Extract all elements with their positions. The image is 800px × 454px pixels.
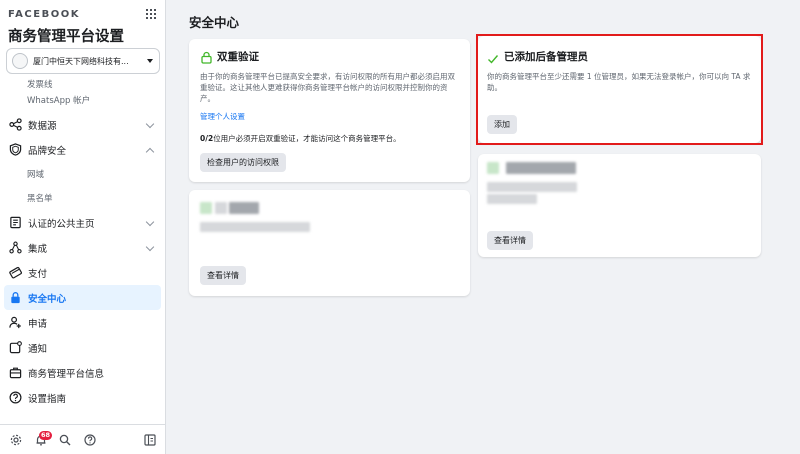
question-icon[interactable] [84, 434, 96, 446]
account-name: 厦门中恒天下网络科技有... [33, 56, 129, 66]
lock-outline-icon [200, 49, 213, 64]
data-sources-icon [8, 118, 22, 132]
integrations-icon [8, 241, 22, 255]
sidebar-item-integrations[interactable]: 集成 [0, 235, 165, 260]
two-factor-status: 0/2位用户必须开启双重验证，才能访问这个商务管理平台。 [200, 134, 401, 143]
sidebar-footer: 68 [0, 424, 165, 454]
view-details-button[interactable]: 查看详情 [200, 266, 246, 285]
sidebar-item-setup-guide[interactable]: 设置指南 [0, 385, 165, 410]
chevron-down-icon [145, 242, 155, 252]
chevron-down-icon [145, 119, 155, 129]
backup-admin-card: 已添加后备管理员 你的商务管理平台至少还需要 1 位管理员，如果无法登录帐户，你… [478, 36, 761, 143]
panel-toggle-icon[interactable] [144, 434, 156, 446]
blurred-text [487, 194, 537, 204]
sidebar-item-label: 品牌安全 [28, 145, 67, 157]
business-manager-title: 商务管理平台设置 [8, 29, 124, 45]
sidebar-item-label: 商务管理平台信息 [28, 368, 105, 380]
sidebar-nav: 发票线 WhatsApp 帐户 数据源 品牌安全 网域 黑名单 认证的公共主页 [0, 76, 165, 410]
two-factor-title: 双重验证 [217, 51, 259, 63]
sidebar-item-domains[interactable]: 网域 [0, 162, 165, 186]
two-factor-card: 双重验证 由于你的商务管理平台已提高安全要求，有访问权限的所有用户都必须启用双重… [189, 39, 470, 182]
sidebar-item-label: 通知 [28, 343, 48, 355]
blurred-text [200, 222, 310, 232]
account-selector[interactable]: 厦门中恒天下网络科技有... [6, 48, 160, 74]
business-info-icon [8, 366, 22, 380]
blurred-title [215, 202, 227, 214]
page-title: 安全中心 [189, 15, 240, 30]
add-admin-button[interactable]: 添加 [487, 115, 517, 134]
manage-personal-settings-link[interactable]: 管理个人设置 [200, 111, 245, 122]
sidebar-item-label: 认证的公共主页 [28, 218, 95, 230]
check-user-access-button[interactable]: 检查用户的访问权限 [200, 153, 286, 172]
chevron-up-icon [145, 147, 155, 157]
view-details-button[interactable]: 查看详情 [487, 231, 533, 250]
blurred-icon [487, 162, 499, 174]
blurred-security-card-left: 查看详情 [189, 190, 470, 296]
blurred-title [506, 162, 576, 174]
blurred-security-card-right: 查看详情 [478, 154, 761, 257]
blurred-title [229, 202, 259, 214]
sidebar: FACEBOOK 商务管理平台设置 厦门中恒天下网络科技有... 发票线 Wha… [0, 0, 166, 454]
checkmark-icon [487, 50, 499, 64]
sidebar-item-label: 支付 [28, 268, 48, 280]
backup-admin-title: 已添加后备管理员 [504, 51, 588, 63]
backup-admin-description: 你的商务管理平台至少还需要 1 位管理员，如果无法登录帐户，你可以向 TA 求助… [487, 72, 751, 92]
pages-icon [8, 216, 22, 230]
sidebar-item-payment[interactable]: 支付 [0, 260, 165, 285]
apps-grid-icon[interactable] [146, 9, 156, 19]
notification-badge: 68 [39, 431, 53, 440]
sidebar-item-data-sources[interactable]: 数据源 [0, 112, 165, 137]
sidebar-item-label: 安全中心 [28, 293, 67, 305]
notifications-icon [8, 341, 22, 355]
settings-gear-icon[interactable] [10, 434, 22, 446]
shield-icon [8, 143, 22, 157]
chevron-down-icon [145, 217, 155, 227]
search-icon[interactable] [59, 434, 71, 446]
sidebar-item-whatsapp[interactable]: WhatsApp 帐户 [0, 88, 165, 112]
sidebar-item-label: 设置指南 [28, 393, 67, 405]
blurred-icon [200, 202, 212, 214]
sidebar-item-label: 集成 [28, 243, 48, 255]
sidebar-item-blocklist[interactable]: 黑名单 [0, 186, 165, 210]
two-factor-description: 由于你的商务管理平台已提高安全要求，有访问权限的所有用户都必须启用双重验证。这让… [200, 72, 455, 103]
sidebar-item-requests[interactable]: 申请 [0, 310, 165, 335]
sidebar-item-invoice[interactable]: 发票线 [0, 76, 165, 88]
sidebar-item-label: 申请 [28, 318, 48, 330]
lock-icon [8, 291, 22, 305]
requests-icon [8, 316, 22, 330]
account-avatar [12, 53, 28, 69]
sidebar-item-brand-safety[interactable]: 品牌安全 [0, 137, 165, 162]
blurred-text [487, 182, 577, 192]
payment-icon [8, 266, 22, 280]
help-icon [8, 391, 22, 405]
facebook-brand: FACEBOOK [8, 9, 80, 20]
sidebar-item-business-info[interactable]: 商务管理平台信息 [0, 360, 165, 385]
sidebar-item-label: 数据源 [28, 120, 57, 132]
sidebar-item-security-center[interactable]: 安全中心 [4, 285, 161, 310]
sidebar-item-notifications[interactable]: 通知 [0, 335, 165, 360]
sidebar-item-verified-pages[interactable]: 认证的公共主页 [0, 210, 165, 235]
caret-down-icon [147, 59, 153, 63]
